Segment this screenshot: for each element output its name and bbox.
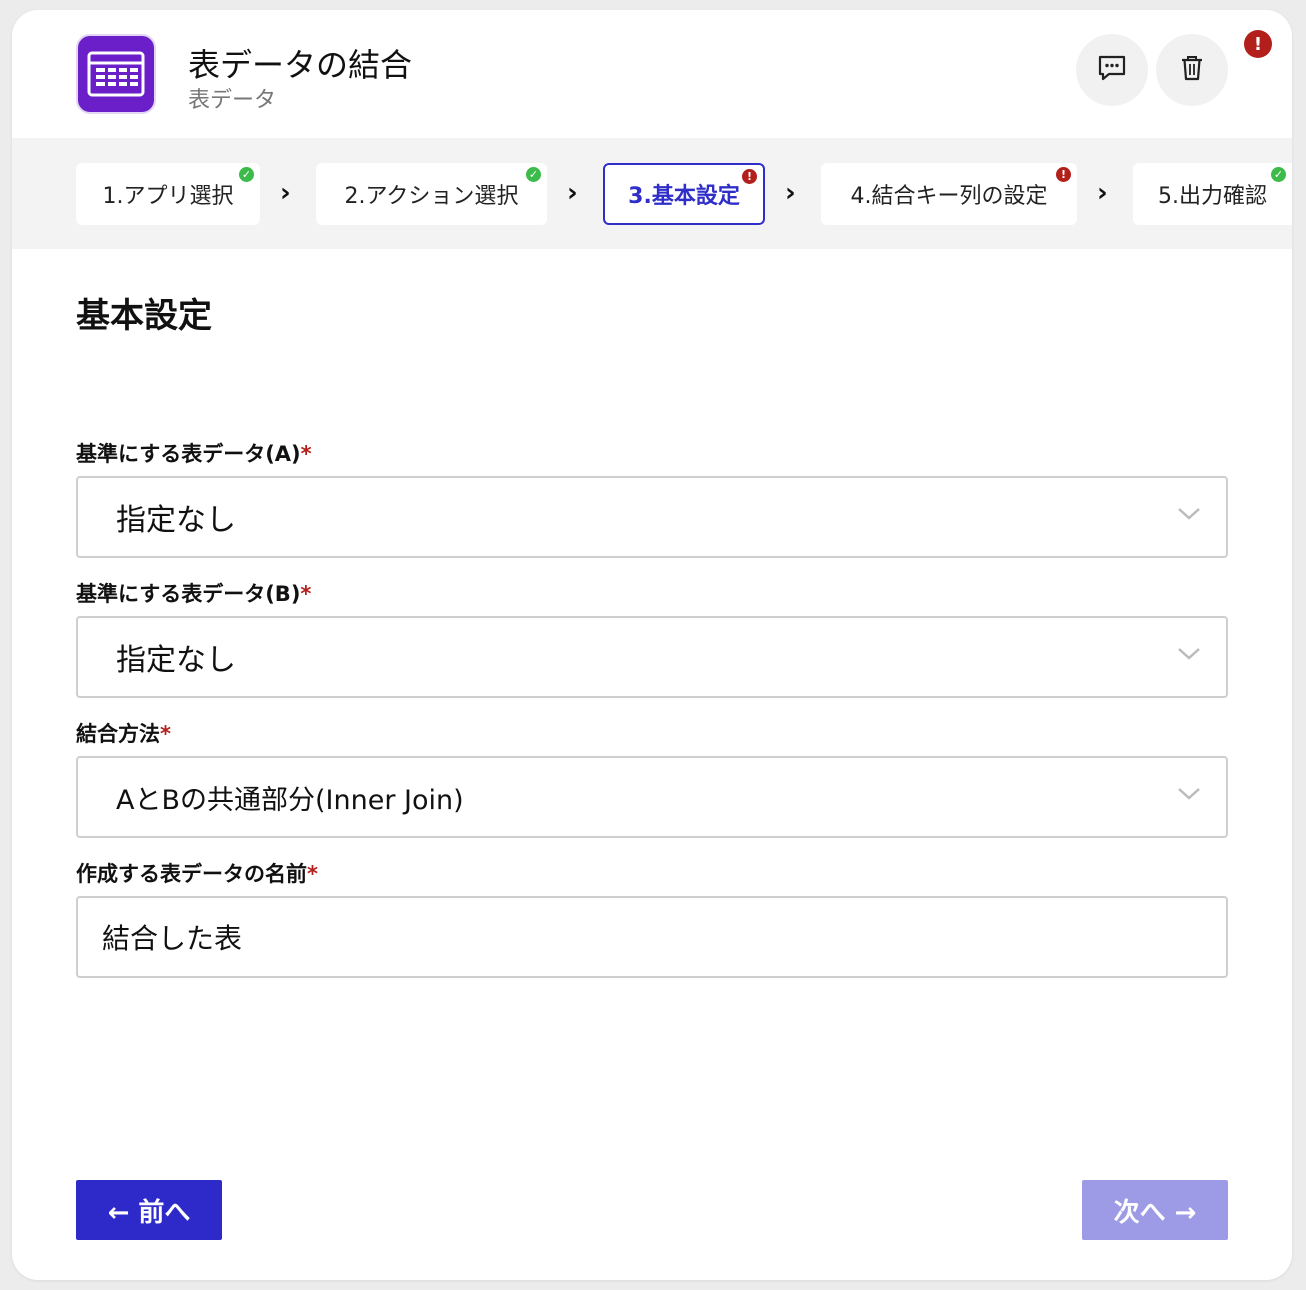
step-basic-settings[interactable]: 3.基本設定 ! <box>603 163 765 225</box>
check-icon: ✓ <box>526 167 541 182</box>
prev-button[interactable]: ← 前へ <box>76 1180 222 1240</box>
table-app-icon <box>76 34 156 114</box>
join-method-label-text: 結合方法 <box>76 722 160 746</box>
required-mark: * <box>300 582 312 606</box>
chevron-right-icon: › <box>1097 178 1108 208</box>
chevron-right-icon: › <box>785 178 796 208</box>
step-join-key-settings[interactable]: 4.結合キー列の設定 ! <box>821 163 1077 225</box>
chevron-down-icon <box>1176 646 1202 666</box>
table-a-label-text: 基準にする表データ(A) <box>76 442 301 466</box>
join-method-select[interactable]: AとBの共通部分(Inner Join) <box>76 756 1228 838</box>
section-title: 基本設定 <box>76 296 212 336</box>
next-button[interactable]: 次へ → <box>1082 1180 1228 1240</box>
check-icon: ✓ <box>239 167 254 182</box>
table-b-value: 指定なし <box>116 643 236 678</box>
step-action-select[interactable]: 2.アクション選択 ✓ <box>316 163 547 225</box>
page-subtitle: 表データ <box>188 88 277 113</box>
output-name-value: 結合した表 <box>102 922 243 955</box>
required-mark: * <box>300 442 312 466</box>
output-name-input[interactable]: 結合した表 <box>76 896 1228 978</box>
chevron-right-icon: › <box>280 178 291 208</box>
chevron-down-icon <box>1176 506 1202 526</box>
step-label: 3.基本設定 <box>628 184 740 209</box>
chevron-down-icon <box>1176 786 1202 806</box>
required-mark: * <box>307 862 318 886</box>
table-a-value: 指定なし <box>116 503 236 538</box>
required-mark: * <box>160 722 171 746</box>
table-b-label: 基準にする表データ(B)* <box>76 578 311 608</box>
join-method-value: AとBの共通部分(Inner Join) <box>116 784 464 816</box>
table-a-select[interactable]: 指定なし <box>76 476 1228 558</box>
join-method-label: 結合方法* <box>76 718 171 748</box>
step-navigation: 1.アプリ選択 ✓ › 2.アクション選択 ✓ › 3.基本設定 ! › 4.結… <box>12 138 1292 249</box>
step-label: 2.アクション選択 <box>344 184 519 209</box>
page-title: 表データの結合 <box>188 46 413 84</box>
table-a-label: 基準にする表データ(A)* <box>76 438 312 468</box>
output-name-label-text: 作成する表データの名前 <box>76 862 307 886</box>
error-icon: ! <box>742 169 757 184</box>
trash-icon <box>1180 54 1204 86</box>
table-b-select[interactable]: 指定なし <box>76 616 1228 698</box>
step-label: 5.出力確認 <box>1158 184 1267 209</box>
check-icon: ✓ <box>1271 167 1286 182</box>
step-app-select[interactable]: 1.アプリ選択 ✓ <box>76 163 260 225</box>
dialog-card: 表データの結合 表データ ! 1.アプリ選択 ✓ › 2.アクション選択 ✓ ›… <box>12 10 1292 1280</box>
chevron-right-icon: › <box>567 178 578 208</box>
step-output-check[interactable]: 5.出力確認 ✓ <box>1133 163 1292 225</box>
delete-button[interactable] <box>1156 34 1228 106</box>
step-label: 1.アプリ選択 <box>102 184 234 209</box>
alert-icon: ! <box>1244 30 1272 58</box>
error-icon: ! <box>1056 167 1071 182</box>
table-b-label-text: 基準にする表データ(B) <box>76 582 301 606</box>
comment-button[interactable] <box>1076 34 1148 106</box>
output-name-label: 作成する表データの名前* <box>76 858 318 888</box>
comment-icon <box>1097 54 1127 86</box>
step-label: 4.結合キー列の設定 <box>850 184 1048 209</box>
